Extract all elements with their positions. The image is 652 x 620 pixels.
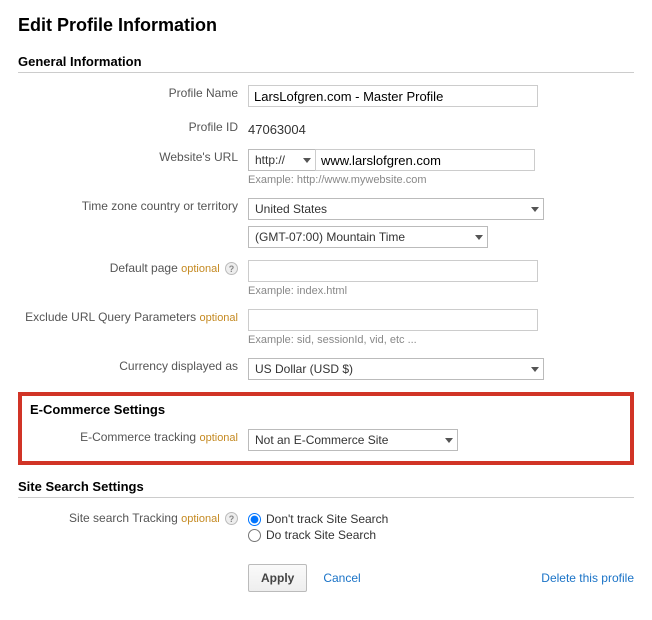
timezone-country-value: United States (255, 202, 327, 216)
row-website-url: Website's URL http:// Example: http://ww… (18, 147, 634, 186)
cancel-link[interactable]: Cancel (323, 571, 360, 585)
row-profile-name: Profile Name (18, 83, 634, 107)
label-default-page: Default page (110, 261, 178, 275)
actions-row: Apply Cancel Delete this profile (18, 564, 634, 592)
chevron-down-icon (475, 235, 483, 240)
currency-select[interactable]: US Dollar (USD $) (248, 358, 544, 380)
apply-button[interactable]: Apply (248, 564, 307, 592)
label-ecommerce-tracking: E-Commerce tracking (80, 430, 196, 444)
sitesearch-radio-off-input[interactable] (248, 513, 261, 526)
section-general-title: General Information (18, 54, 634, 73)
website-url-example: Example: http://www.mywebsite.com (248, 174, 634, 186)
help-icon[interactable]: ? (225, 512, 238, 525)
row-currency: Currency displayed as US Dollar (USD $) (18, 356, 634, 380)
page-title: Edit Profile Information (18, 15, 634, 36)
label-timezone: Time zone country or territory (18, 196, 248, 213)
ecommerce-tracking-value: Not an E-Commerce Site (255, 433, 388, 447)
row-sitesearch-tracking: Site search Tracking optional ? Don't tr… (18, 508, 634, 544)
exclude-params-example: Example: sid, sessionId, vid, etc ... (248, 334, 634, 346)
ecommerce-tracking-select[interactable]: Not an E-Commerce Site (248, 429, 458, 451)
url-scheme-select[interactable]: http:// (248, 149, 316, 171)
url-scheme-value: http:// (255, 153, 285, 167)
chevron-down-icon (531, 367, 539, 372)
chevron-down-icon (445, 438, 453, 443)
timezone-country-select[interactable]: United States (248, 198, 544, 220)
default-page-example: Example: index.html (248, 285, 634, 297)
sitesearch-radio-off[interactable]: Don't track Site Search (248, 512, 634, 526)
sitesearch-radio-on-label: Do track Site Search (266, 528, 376, 542)
timezone-select[interactable]: (GMT-07:00) Mountain Time (248, 226, 488, 248)
row-ecommerce-tracking: E-Commerce tracking optional Not an E-Co… (30, 427, 622, 451)
default-page-input[interactable] (248, 260, 538, 282)
row-timezone: Time zone country or territory United St… (18, 196, 634, 248)
label-sitesearch-tracking: Site search Tracking (69, 511, 178, 525)
website-url-input[interactable] (315, 149, 535, 171)
sitesearch-radio-on-input[interactable] (248, 529, 261, 542)
label-website-url: Website's URL (18, 147, 248, 164)
profile-id-value: 47063004 (248, 119, 306, 137)
label-exclude-params: Exclude URL Query Parameters (25, 310, 196, 324)
help-icon[interactable]: ? (225, 262, 238, 275)
optional-tag: optional (199, 432, 238, 444)
optional-tag: optional (181, 513, 220, 525)
label-profile-id: Profile ID (18, 117, 248, 134)
sitesearch-radio-off-label: Don't track Site Search (266, 512, 388, 526)
ecommerce-highlight: E-Commerce Settings E-Commerce tracking … (18, 392, 634, 465)
profile-name-input[interactable] (248, 85, 538, 107)
label-currency: Currency displayed as (18, 356, 248, 373)
optional-tag: optional (199, 312, 238, 324)
row-exclude-params: Exclude URL Query Parameters optional Ex… (18, 307, 634, 346)
row-profile-id: Profile ID 47063004 (18, 117, 634, 137)
exclude-params-input[interactable] (248, 309, 538, 331)
label-profile-name: Profile Name (18, 83, 248, 100)
section-ecommerce-title: E-Commerce Settings (30, 402, 622, 417)
row-default-page: Default page optional ? Example: index.h… (18, 258, 634, 297)
chevron-down-icon (303, 158, 311, 163)
timezone-value: (GMT-07:00) Mountain Time (255, 230, 405, 244)
section-sitesearch-title: Site Search Settings (18, 479, 634, 498)
sitesearch-radio-on[interactable]: Do track Site Search (248, 528, 634, 542)
delete-profile-link[interactable]: Delete this profile (541, 571, 634, 585)
optional-tag: optional (181, 263, 220, 275)
currency-value: US Dollar (USD $) (255, 362, 353, 376)
chevron-down-icon (531, 207, 539, 212)
